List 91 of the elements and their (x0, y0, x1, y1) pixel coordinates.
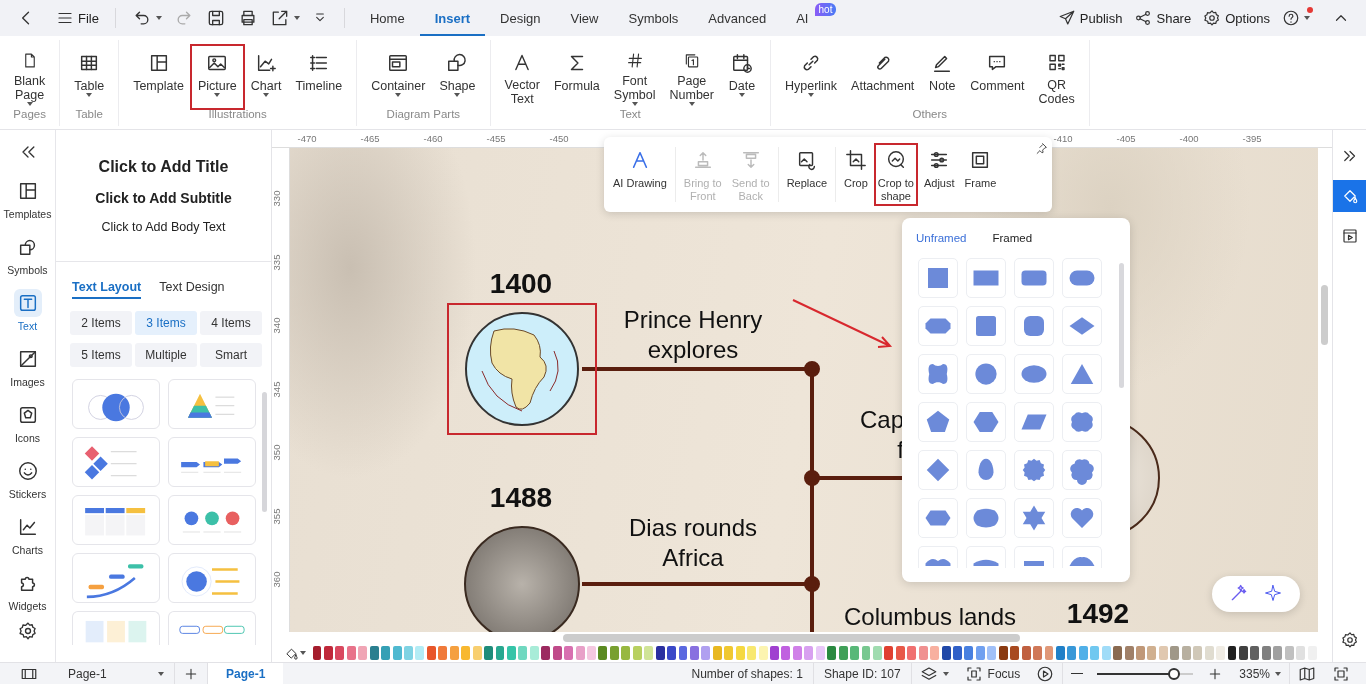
group-label: Illustrations (208, 108, 267, 122)
ruler-label: -405 (1116, 133, 1136, 144)
year-label: 1400 (489, 268, 553, 300)
year-label: 1488 (489, 482, 553, 514)
event-caption: Prince Henry explores (623, 305, 763, 365)
group-label: Table (75, 108, 103, 122)
ribbon-tool-button[interactable]: Hyperlink (778, 46, 844, 108)
sidebar-item[interactable]: Widgets (1, 563, 54, 619)
ruler-label: -465 (360, 133, 380, 144)
ribbon-tool-button[interactable]: QR Codes (1032, 46, 1081, 108)
shape-count: Number of shapes: 1 (690, 666, 804, 681)
ribbon-tool-button[interactable]: Formula (547, 46, 606, 108)
panel-tab[interactable]: Text Design (159, 280, 225, 299)
ribbon-tool-button[interactable]: Timeline (289, 46, 349, 108)
ruler-label: 360 (272, 571, 283, 588)
menu-tab[interactable]: Home (354, 0, 420, 36)
menu-tab[interactable]: AI hot (781, 0, 839, 36)
filter-chip[interactable]: 5 Items (70, 343, 132, 367)
popup-tab[interactable]: Framed (992, 232, 1033, 244)
ruler-label: 350 (272, 444, 283, 461)
sidebar-item[interactable]: Templates (1, 171, 54, 227)
ruler-label: -400 (1179, 133, 1199, 144)
subtitle-placeholder[interactable]: Click to Add Subtitle (95, 190, 232, 206)
group-label: Diagram Parts (386, 108, 461, 122)
filter-chip[interactable]: 2 Items (70, 311, 132, 335)
year-label: 1492 (1066, 598, 1130, 630)
toolbar-button[interactable]: Crop to shape (873, 143, 918, 206)
file-menu[interactable]: File (50, 4, 105, 32)
ribbon-tool-button[interactable]: Template (127, 46, 190, 108)
ribbon-tool-button[interactable]: Blank Page (8, 46, 52, 108)
menu-tab[interactable]: Advanced (693, 0, 782, 36)
page-dropdown[interactable]: Page-1 (58, 662, 174, 684)
group-label: Pages (13, 108, 46, 122)
ruler-label: 335 (272, 254, 283, 270)
filter-chip[interactable]: 4 Items (200, 311, 262, 335)
ribbon-tool-button[interactable]: Vector Text (498, 46, 546, 108)
page-tab[interactable]: Page-1 (208, 662, 284, 684)
ribbon-tool-button[interactable]: Shape (433, 46, 482, 108)
sidebar-item[interactable]: Symbols (1, 227, 54, 283)
ruler-label: -460 (423, 133, 443, 144)
toolbar-button[interactable]: Share (1128, 4, 1198, 32)
menu-tab[interactable]: Symbols (613, 0, 694, 36)
sidebar-item[interactable]: Images (1, 339, 54, 395)
ruler-label: 345 (272, 381, 283, 397)
ruler-label: -395 (1242, 133, 1262, 144)
ribbon-tool-button[interactable]: Table (68, 46, 111, 108)
ruler-label: -410 (1053, 133, 1073, 144)
focus-button[interactable]: Focus (956, 662, 1029, 684)
ruler-label: 355 (272, 508, 283, 524)
ribbon-tool-button[interactable]: Attachment (845, 46, 921, 108)
sidebar-item[interactable]: Charts (1, 507, 54, 563)
panel-tab[interactable]: Text Layout (72, 280, 142, 299)
menu-tab[interactable]: View (555, 0, 614, 36)
sidebar-item[interactable]: Icons (1, 395, 54, 451)
sidebar-item[interactable]: Text (1, 283, 54, 339)
menu-tab[interactable]: Insert (419, 0, 486, 36)
toolbar-button[interactable]: Frame (960, 143, 1001, 206)
toolbar-button[interactable]: Replace (782, 143, 831, 206)
shape-id: Shape ID: 107 (822, 666, 902, 681)
filter-chip[interactable]: Multiple (135, 343, 197, 367)
filter-chip[interactable]: 3 Items (135, 311, 197, 335)
ribbon-tool-button[interactable]: Comment (964, 46, 1031, 108)
filter-chip[interactable]: Smart (200, 343, 262, 367)
group-label: Others (912, 108, 948, 122)
event-caption: Columbus lands (843, 602, 1017, 632)
ribbon-tool-button[interactable]: Chart (244, 46, 288, 108)
title-placeholder[interactable]: Click to Add Title (98, 158, 229, 176)
ribbon-tool-button[interactable]: Note (922, 46, 963, 108)
sidebar-item[interactable]: Stickers (1, 451, 54, 507)
ruler-label: -450 (549, 133, 569, 144)
ribbon-tool-button[interactable]: Date (721, 46, 762, 108)
hot-badge: hot (814, 3, 837, 16)
toolbar-button[interactable]: Publish (1051, 4, 1129, 32)
ribbon-tool-button[interactable]: Font Symbol (607, 46, 662, 108)
ruler-label: -470 (297, 133, 317, 144)
zoom-dropdown[interactable]: 335% (1231, 662, 1289, 684)
body-text-placeholder[interactable]: Click to Add Body Text (101, 220, 226, 234)
toolbar-button[interactable]: AI Drawing (609, 143, 671, 206)
ruler-label: -455 (486, 133, 506, 144)
toolbar-button[interactable]: Adjust (919, 143, 959, 206)
ribbon-tool-button[interactable]: Picture (191, 46, 243, 108)
ribbon-tool-button[interactable]: Page Number (663, 46, 720, 108)
ribbon-tool-button[interactable]: Container (365, 46, 432, 108)
ruler-label: 330 (272, 190, 283, 207)
popup-tab[interactable]: Unframed (916, 232, 967, 244)
group-label: Text (619, 108, 641, 122)
ruler-label: 340 (272, 317, 283, 334)
event-caption: Dias rounds Africa (628, 513, 758, 573)
toolbar-button[interactable]: Crop (840, 143, 872, 206)
toolbar-button[interactable]: Options (1197, 4, 1276, 32)
menu-tab[interactable]: Design (485, 0, 556, 36)
